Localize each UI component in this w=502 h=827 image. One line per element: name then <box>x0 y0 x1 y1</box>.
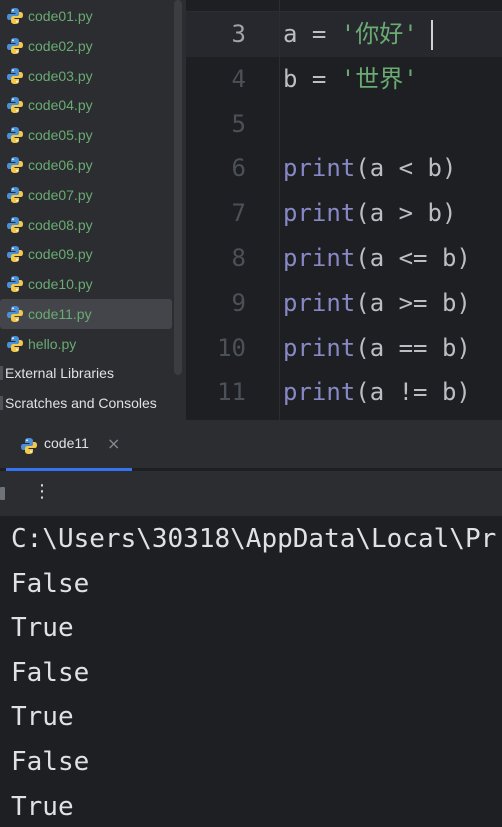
run-tool-window-header: code11 × <box>0 420 502 468</box>
python-file-icon <box>6 7 24 25</box>
line-number: 5 <box>231 109 246 138</box>
file-name: code02.py <box>28 37 93 54</box>
file-name: code03.py <box>28 67 93 84</box>
code-line[interactable]: 5 <box>186 102 502 147</box>
line-number: 11 <box>217 378 246 407</box>
python-file-icon <box>6 275 24 293</box>
file-name: code11.py <box>28 306 92 322</box>
python-file-icon <box>6 96 24 114</box>
python-file-icon <box>6 335 24 353</box>
line-number: 6 <box>231 154 246 183</box>
file-item-code07[interactable]: code07.py <box>0 180 172 210</box>
file-item-code10[interactable]: code10.py <box>0 269 172 299</box>
code-line[interactable]: 9 print(a >= b) <box>186 281 502 326</box>
console-line: False <box>11 657 90 688</box>
code-text: print(a < b) <box>283 154 457 183</box>
code-text: b = '世界' <box>283 64 418 93</box>
code-line[interactable]: 7 print(a > b) <box>186 191 502 236</box>
python-file-icon <box>6 156 24 174</box>
python-file-icon <box>6 245 24 263</box>
code-text: print(a == b) <box>283 333 471 362</box>
file-item-code08[interactable]: code08.py <box>0 210 172 240</box>
file-name: code04.py <box>28 97 93 114</box>
python-file-icon <box>6 126 24 144</box>
file-item-hello[interactable]: hello.py <box>0 329 172 359</box>
file-item-code01[interactable]: code01.py <box>0 1 172 31</box>
console-line: False <box>11 747 90 777</box>
line-number: 3 <box>231 20 246 48</box>
project-tree: code01.py code02.py code03.py code04.py code… <box>0 0 186 420</box>
file-name: code07.py <box>28 186 93 203</box>
file-name: code10.py <box>28 276 93 293</box>
tree-node-label: Scratches and Consoles <box>5 395 157 411</box>
python-file-icon <box>6 67 24 85</box>
code-line[interactable]: 6 print(a < b) <box>186 146 502 191</box>
file-name: code05.py <box>28 127 93 144</box>
run-tab-label: code11 <box>44 435 89 451</box>
file-item-code05[interactable]: code05.py <box>0 120 172 150</box>
file-item-code04[interactable]: code04.py <box>0 90 172 120</box>
line-number: 8 <box>231 244 246 272</box>
python-file-icon <box>6 216 24 234</box>
console-line: True <box>11 702 74 733</box>
more-options-icon[interactable]: ⋮ <box>33 481 51 502</box>
run-console-output[interactable]: C:\Users\30318\AppData\Local\Pr False True… <box>0 517 502 827</box>
python-file-icon <box>6 186 24 204</box>
file-name: code08.py <box>28 216 93 233</box>
python-file-icon <box>6 37 24 55</box>
tree-node-scratches-and-consoles[interactable]: Scratches and Consoles <box>0 388 172 418</box>
code-text: print(a != b) <box>283 378 471 407</box>
code-editor[interactable]: 3 a = '你好' 4 b = '世界' 5 6 print(a < b) 7 print(a… <box>186 0 502 420</box>
file-item-code09[interactable]: code09.py <box>0 239 172 269</box>
editor-top-strip <box>186 0 502 12</box>
line-number: 4 <box>231 64 246 93</box>
code-line[interactable]: 11 print(a != b) <box>186 370 502 415</box>
file-name: hello.py <box>28 335 77 352</box>
code-text: print(a > b) <box>283 199 457 228</box>
console-line: True <box>11 791 74 822</box>
code-text: print(a >= b) <box>283 288 471 317</box>
tree-scrollbar[interactable] <box>174 0 182 375</box>
file-item-code06[interactable]: code06.py <box>0 150 172 180</box>
run-tab-code11[interactable]: code11 × <box>6 420 132 468</box>
line-number: 9 <box>231 288 246 317</box>
code-line[interactable]: 4 b = '世界' <box>186 57 502 102</box>
file-name: code06.py <box>28 157 93 173</box>
console-line: True <box>11 613 74 644</box>
file-item-code11[interactable]: code11.py <box>0 299 172 329</box>
console-line: False <box>11 568 90 599</box>
file-name: code09.py <box>28 246 93 263</box>
file-item-code02[interactable]: code02.py <box>0 31 172 61</box>
file-item-code03[interactable]: code03.py <box>0 61 172 91</box>
text-caret <box>431 20 433 50</box>
code-line[interactable]: 10 print(a == b) <box>186 326 502 371</box>
code-text: print(a <= b) <box>283 244 471 272</box>
code-text: a = '你好' <box>283 20 418 48</box>
line-number: 7 <box>231 199 246 228</box>
file-name: code01.py <box>28 8 93 24</box>
python-file-icon <box>6 305 24 323</box>
code-line[interactable]: 8 print(a <= b) <box>186 236 502 281</box>
tree-node-external-libraries[interactable]: External Libraries <box>0 358 172 388</box>
stop-button-partial[interactable] <box>0 487 5 500</box>
console-line: C:\Users\30318\AppData\Local\Pr <box>11 524 497 554</box>
close-icon[interactable]: × <box>107 434 120 453</box>
line-number: 10 <box>217 333 246 362</box>
code-line[interactable]: 3 a = '你好' <box>186 12 502 57</box>
python-run-icon <box>20 437 38 455</box>
run-toolbar: ⋮ <box>0 471 502 517</box>
tree-node-label: External Libraries <box>5 365 114 381</box>
